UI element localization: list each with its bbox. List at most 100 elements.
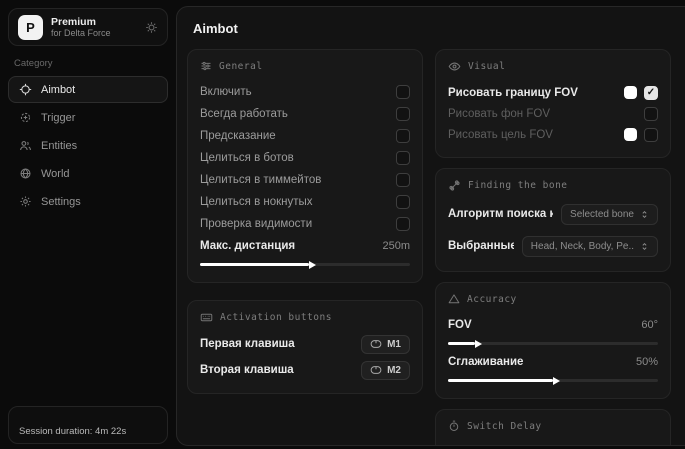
- slider-fill[interactable]: [200, 263, 309, 266]
- timer-icon: [448, 420, 460, 432]
- toggle-label: Целиться в нокнутых: [200, 196, 313, 208]
- checkbox[interactable]: [396, 217, 410, 231]
- brand-subtitle: for Delta Force: [51, 28, 137, 38]
- toggle-label: Включить: [200, 86, 252, 98]
- sliders-icon: [200, 60, 212, 72]
- page-title: Aimbot: [193, 21, 685, 36]
- main-panel: Aimbot General Включить Всег: [176, 6, 685, 446]
- panel-title: Activation buttons: [220, 312, 332, 323]
- sidebar-item-label: Aimbot: [41, 84, 75, 96]
- panel-title: General: [219, 61, 263, 72]
- general-panel: General Включить Всегда работать Предска…: [187, 49, 423, 283]
- toggle-row: Задержка переключения: [448, 441, 658, 446]
- checkbox[interactable]: [644, 128, 658, 142]
- checkbox[interactable]: [396, 151, 410, 165]
- max-distance-slider[interactable]: [200, 263, 410, 266]
- slider-row: Сглаживание 50%: [448, 351, 658, 373]
- sidebar-item-world[interactable]: World: [8, 160, 168, 187]
- sidebar-item-label: World: [41, 168, 70, 180]
- first-key-button[interactable]: M1: [361, 335, 410, 354]
- mouse-icon: [370, 365, 382, 375]
- toggle-row: Всегда работать: [200, 103, 410, 125]
- checkbox[interactable]: [644, 86, 658, 100]
- gear-icon[interactable]: [145, 21, 158, 34]
- eye-icon: [448, 60, 461, 73]
- sidebar-item-label: Entities: [41, 140, 77, 152]
- select-chevrons-icon: [640, 210, 649, 219]
- visual-label: Рисовать цель FOV: [448, 129, 553, 141]
- brand-card: P Premium for Delta Force: [8, 8, 168, 46]
- left-column: General Включить Всегда работать Предска…: [187, 49, 423, 446]
- slider-fill[interactable]: [448, 379, 553, 382]
- switch-delay-panel: Switch Delay Задержка переключения Задер…: [435, 409, 671, 446]
- checkbox[interactable]: [396, 85, 410, 99]
- smoothing-label: Сглаживание: [448, 356, 523, 368]
- bone-panel-header: Finding the bone: [448, 179, 658, 192]
- keybind-value: M2: [387, 365, 401, 376]
- sidebar-item-label: Settings: [41, 196, 81, 208]
- activation-buttons-panel: Activation buttons Первая клавиша M1: [187, 300, 423, 394]
- panel-title: Accuracy: [467, 294, 517, 305]
- sidebar-item-trigger[interactable]: Trigger: [8, 104, 168, 131]
- checkbox[interactable]: [396, 107, 410, 121]
- content-columns: General Включить Всегда работать Предска…: [187, 49, 685, 446]
- toggle-row: Предсказание: [200, 125, 410, 147]
- sidebar-item-entities[interactable]: Entities: [8, 132, 168, 159]
- general-panel-header: General: [200, 60, 410, 72]
- bone-algorithm-select[interactable]: Selected bone: [561, 204, 658, 225]
- second-key-button[interactable]: M2: [361, 361, 410, 380]
- select-value: Selected bone: [570, 209, 634, 220]
- sidebar-item-settings[interactable]: Settings: [8, 188, 168, 215]
- keybind-row: Вторая клавиша M2: [200, 359, 410, 381]
- smoothing-slider[interactable]: [448, 379, 658, 382]
- checkbox[interactable]: [644, 107, 658, 121]
- panel-title: Visual: [468, 61, 505, 72]
- selected-bones-select[interactable]: Head, Neck, Body, Pe..: [522, 236, 658, 257]
- sidebar-item-aimbot[interactable]: Aimbot: [8, 76, 168, 103]
- finding-the-bone-panel: Finding the bone Алгоритм поиска кости S…: [435, 168, 671, 272]
- panel-title: Switch Delay: [467, 421, 542, 432]
- toggle-row: Целиться в нокнутых: [200, 191, 410, 213]
- toggle-label: Проверка видимости: [200, 218, 312, 230]
- sidebar: P Premium for Delta Force Category Aimbo…: [0, 0, 176, 449]
- globe-icon: [19, 167, 32, 180]
- slider-fill[interactable]: [448, 342, 475, 345]
- category-label: Category: [14, 58, 162, 69]
- toggle-row: Проверка видимости: [200, 213, 410, 235]
- slider-value: 250m: [382, 240, 410, 252]
- panel-title: Finding the bone: [468, 180, 568, 191]
- sidebar-nav: Aimbot Trigger Entities: [0, 76, 176, 215]
- checkbox[interactable]: [396, 195, 410, 209]
- right-column: Visual Рисовать границу FOV Рисовать фон…: [435, 49, 671, 446]
- bone-row: Выбранные кости Head, Neck, Body, Pe..: [448, 233, 658, 259]
- toggle-row: Включить: [200, 81, 410, 103]
- checkbox[interactable]: [644, 445, 658, 446]
- fov-border-color-swatch[interactable]: [624, 86, 637, 99]
- checkbox[interactable]: [396, 173, 410, 187]
- brand-logo: P: [18, 15, 43, 40]
- toggle-label: Предсказание: [200, 130, 276, 142]
- visual-panel: Visual Рисовать границу FOV Рисовать фон…: [435, 49, 671, 158]
- bone-row: Алгоритм поиска кости Selected bone: [448, 201, 658, 227]
- sidebar-item-label: Trigger: [41, 112, 75, 124]
- accuracy-panel: Accuracy FOV 60° Сглаживание 50%: [435, 282, 671, 399]
- checkbox[interactable]: [396, 129, 410, 143]
- switch-delay-panel-header: Switch Delay: [448, 420, 658, 432]
- mouse-icon: [370, 339, 382, 349]
- keybind-row: Первая клавиша M1: [200, 333, 410, 355]
- activation-panel-header: Activation buttons: [200, 311, 410, 324]
- fov-slider[interactable]: [448, 342, 658, 345]
- slider-row: Макс. дистанция 250m: [200, 235, 410, 257]
- smoothing-value: 50%: [636, 356, 658, 368]
- fov-target-color-swatch[interactable]: [624, 128, 637, 141]
- gear-icon: [19, 195, 32, 208]
- keyboard-icon: [200, 311, 213, 324]
- bone-algorithm-label: Алгоритм поиска кости: [448, 208, 553, 220]
- slider-label: Макс. дистанция: [200, 240, 295, 252]
- visual-row: Рисовать фон FOV: [448, 103, 658, 124]
- accuracy-panel-header: Accuracy: [448, 293, 658, 305]
- visual-label: Рисовать границу FOV: [448, 87, 578, 99]
- selected-bones-label: Выбранные кости: [448, 240, 514, 252]
- select-chevrons-icon: [640, 242, 649, 251]
- visual-row: Рисовать цель FOV: [448, 124, 658, 145]
